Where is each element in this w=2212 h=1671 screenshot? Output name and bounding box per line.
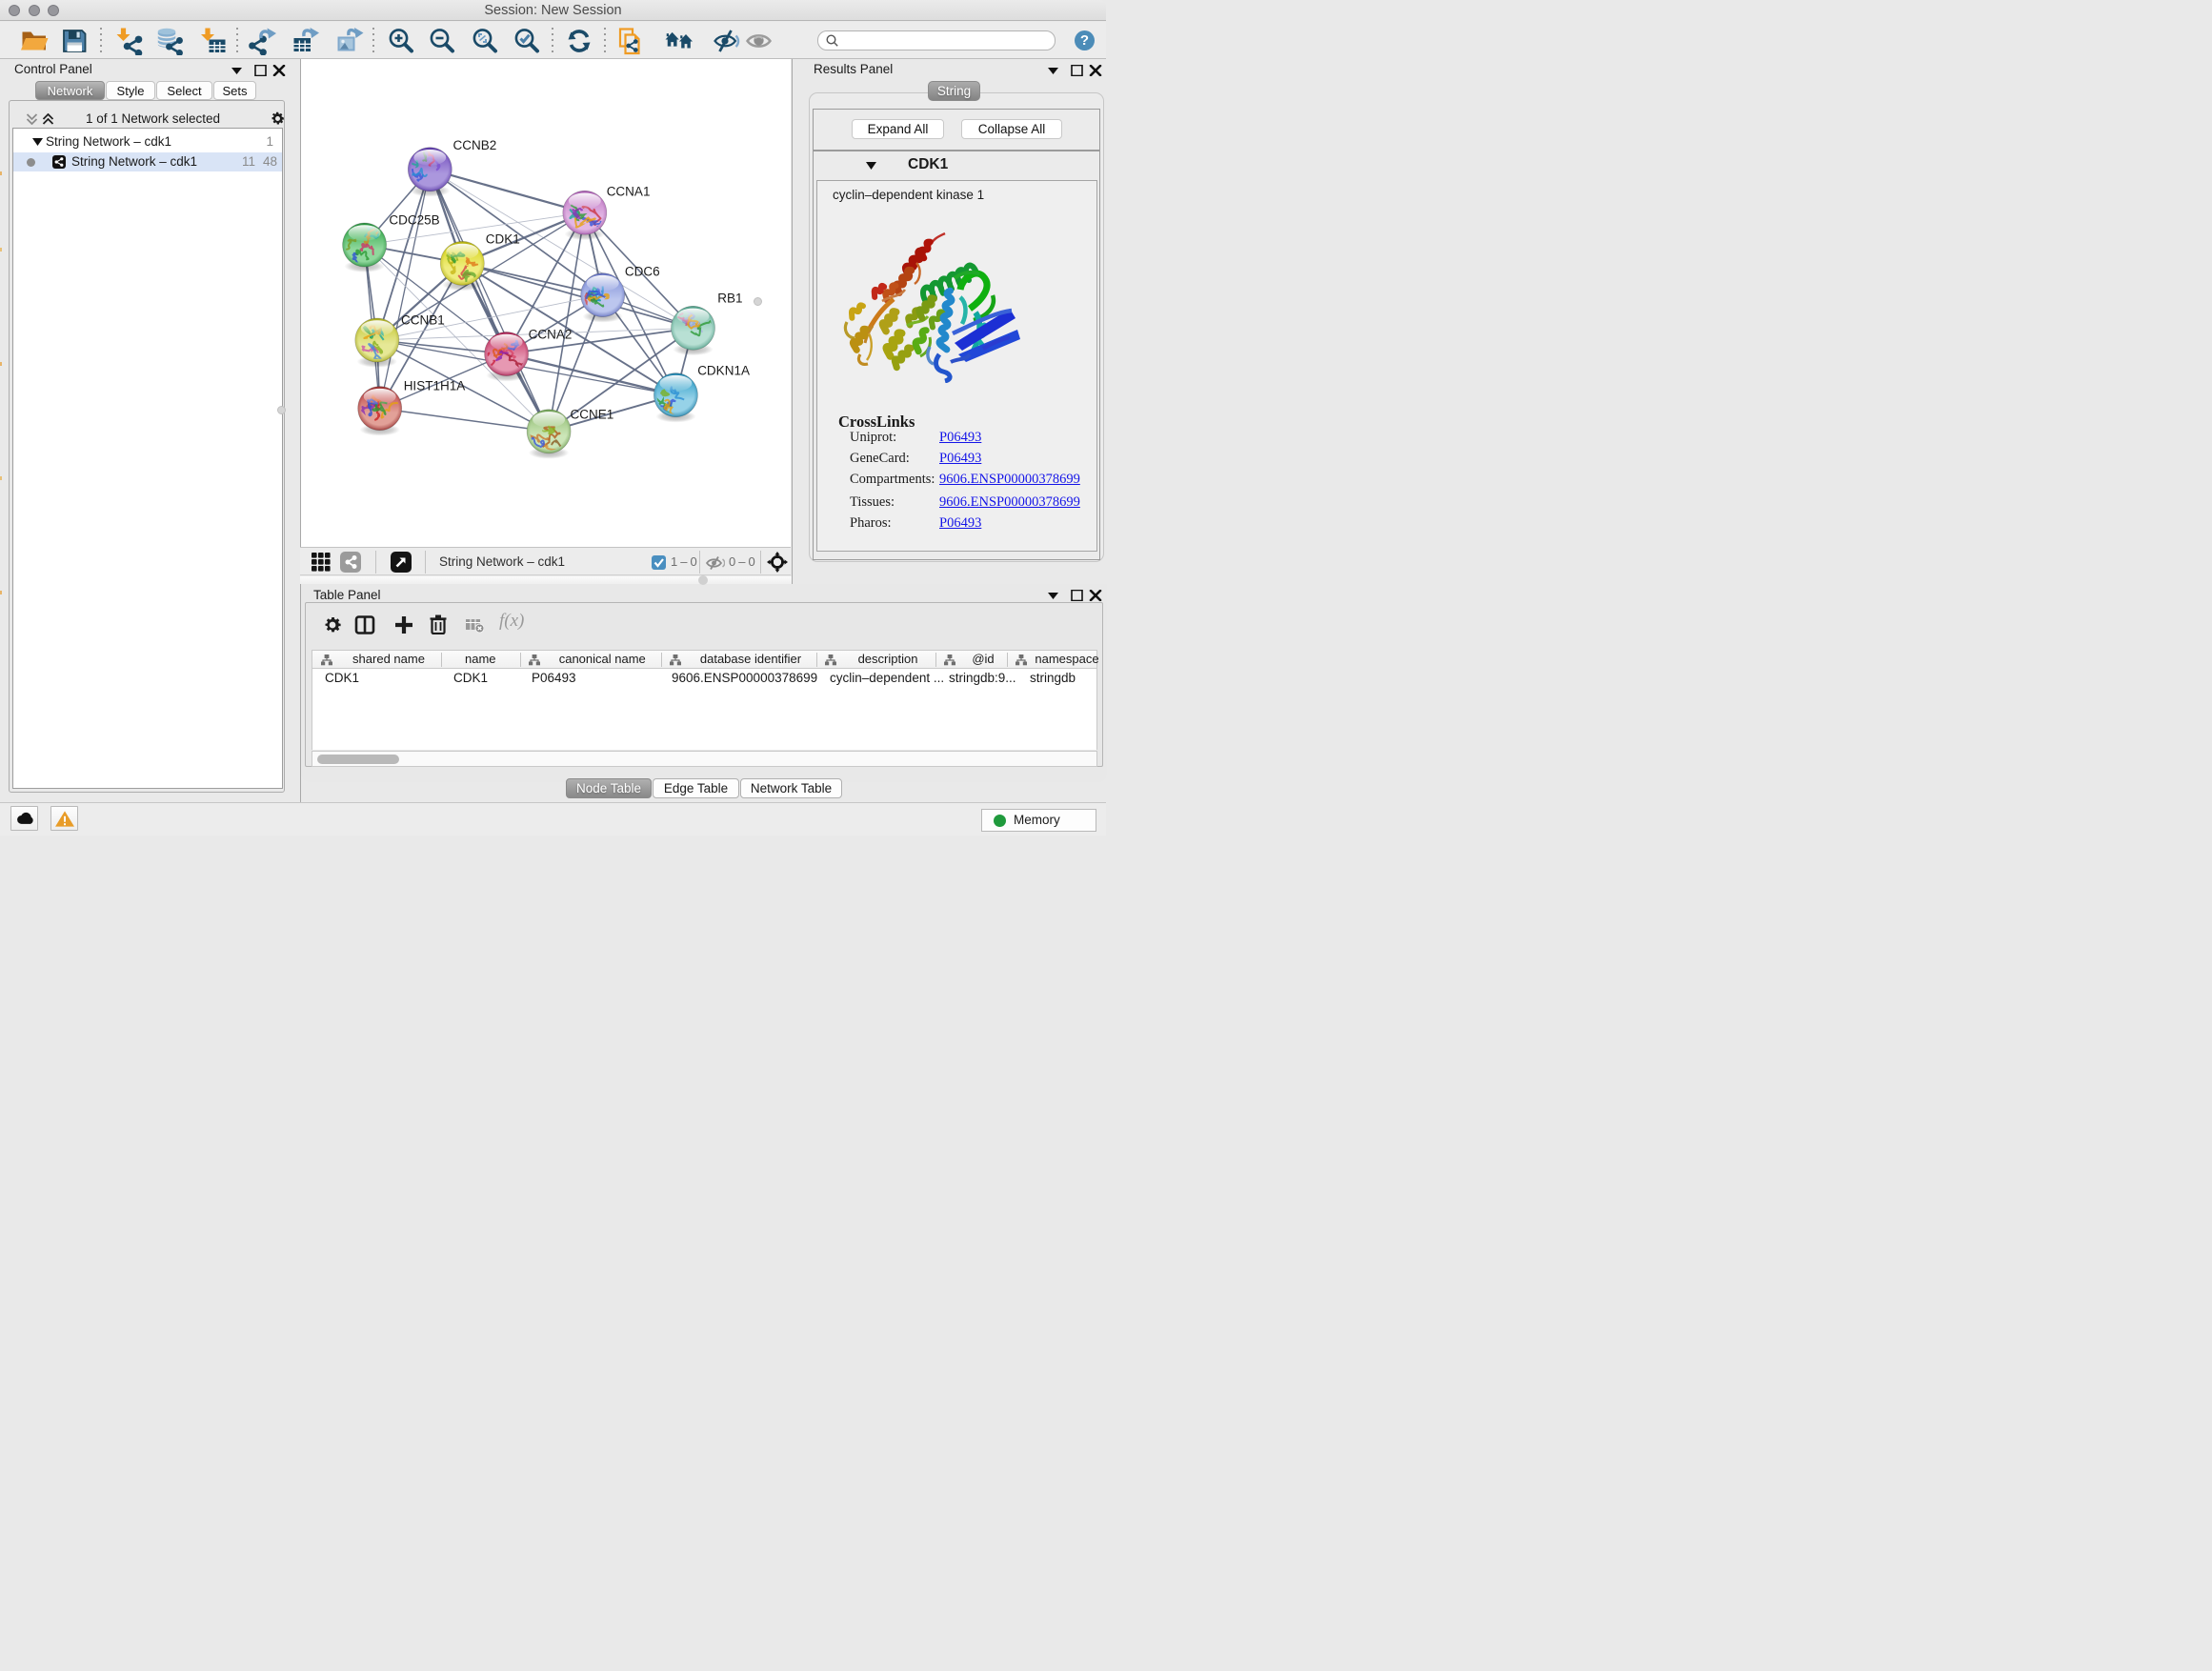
- svg-text:CCNA2: CCNA2: [529, 328, 573, 342]
- svg-text:CDC6: CDC6: [625, 265, 660, 279]
- svg-text:HIST1H1A: HIST1H1A: [404, 379, 466, 393]
- svg-text:CCNB1: CCNB1: [401, 313, 445, 328]
- svg-text:CCNE1: CCNE1: [571, 408, 614, 422]
- svg-text:CDKN1A: CDKN1A: [697, 364, 750, 378]
- svg-text:CDK1: CDK1: [486, 232, 520, 247]
- svg-text:CCNA1: CCNA1: [607, 185, 651, 199]
- svg-text:RB1: RB1: [717, 292, 742, 306]
- svg-text:CDC25B: CDC25B: [389, 213, 439, 228]
- svg-text:CCNB2: CCNB2: [453, 138, 497, 152]
